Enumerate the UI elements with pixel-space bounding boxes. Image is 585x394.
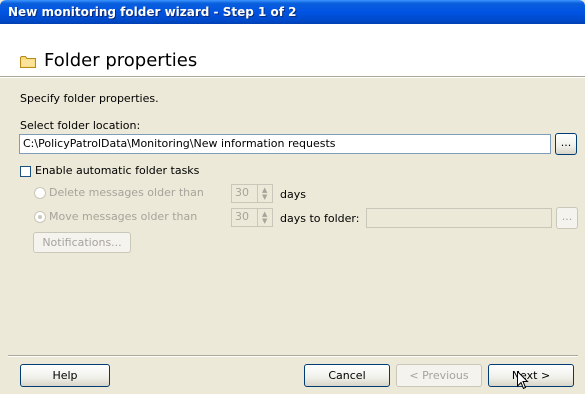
browse-move-folder-button[interactable]: ...	[556, 207, 578, 229]
move-messages-radio[interactable]	[34, 211, 46, 223]
page-title: Folder properties	[44, 50, 198, 71]
help-button[interactable]: Help	[20, 364, 110, 387]
delete-days-value: 30	[235, 186, 249, 199]
spin-down-icon[interactable]: ▼	[262, 194, 267, 201]
delete-messages-label[interactable]: Delete messages older than	[49, 186, 204, 199]
move-days-value: 30	[235, 210, 249, 223]
cancel-button[interactable]: Cancel	[304, 364, 390, 387]
wizard-window: New monitoring folder wizard - Step 1 of…	[0, 0, 585, 394]
browse-location-button[interactable]: ...	[555, 133, 577, 155]
next-button[interactable]: Next >	[488, 364, 574, 387]
spin-down-icon[interactable]: ▼	[262, 218, 267, 225]
folder-icon	[20, 56, 36, 68]
move-days-spin-arrows[interactable]: ▲ ▼	[257, 209, 272, 226]
previous-button[interactable]: < Previous	[396, 364, 482, 387]
folder-location-input[interactable]: C:\PolicyPatrolData\Monitoring\New infor…	[19, 134, 551, 154]
enable-tasks-label[interactable]: Enable automatic folder tasks	[35, 164, 199, 177]
delete-messages-radio[interactable]	[34, 187, 46, 199]
delete-days-spin-arrows[interactable]: ▲ ▼	[257, 185, 272, 202]
move-days-stepper[interactable]: 30 ▲ ▼	[231, 208, 273, 227]
delete-days-stepper[interactable]: 30 ▲ ▼	[231, 184, 273, 203]
move-messages-label[interactable]: Move messages older than	[49, 210, 197, 223]
notifications-button[interactable]: Notifications...	[33, 232, 131, 253]
location-label: Select folder location:	[20, 119, 141, 132]
header-divider	[0, 76, 585, 78]
footer-divider	[8, 355, 578, 357]
mouse-cursor-icon	[517, 371, 529, 390]
instructions-text: Specify folder properties.	[20, 92, 159, 105]
move-folder-input[interactable]	[366, 208, 552, 228]
enable-tasks-checkbox[interactable]	[20, 166, 31, 177]
radio-selected-dot	[38, 215, 42, 219]
window-title: New monitoring folder wizard - Step 1 of…	[8, 5, 297, 19]
move-days-unit: days to folder:	[280, 212, 360, 225]
wizard-header: Folder properties	[0, 24, 585, 76]
title-bar[interactable]: New monitoring folder wizard - Step 1 of…	[0, 0, 585, 24]
delete-days-unit: days	[280, 188, 306, 201]
